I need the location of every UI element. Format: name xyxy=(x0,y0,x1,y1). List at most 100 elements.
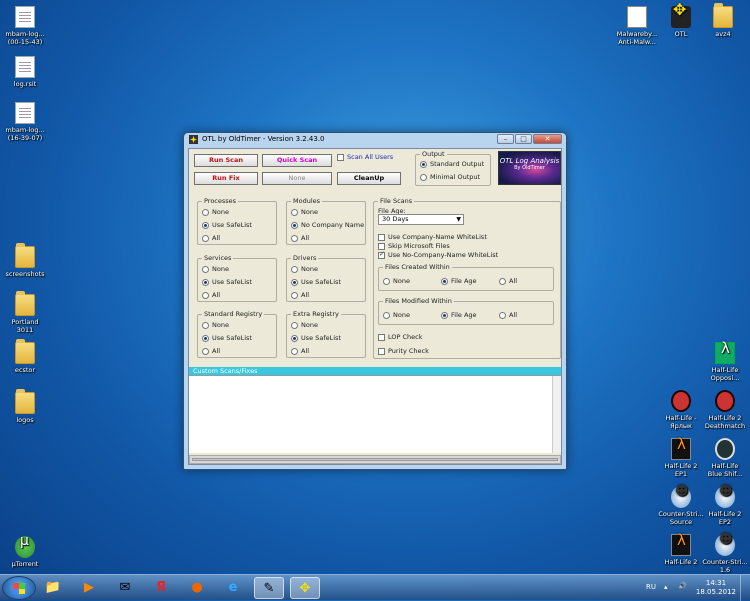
radio-dot[interactable] xyxy=(291,347,298,355)
std-registry-none-radio[interactable]: None xyxy=(202,321,229,329)
file-age-dropdown[interactable]: 30 Days ▼ xyxy=(378,214,464,225)
desktop-icon-mbam-log-2[interactable]: mbam-log... (16-39-07) xyxy=(0,102,50,142)
services-safelist-radio[interactable]: Use SafeList xyxy=(202,278,252,286)
desktop-icon-mbam-log-1[interactable]: mbam-log... (00-15-43) xyxy=(0,6,50,46)
use-company-whitelist-checkbox[interactable]: Use Company-Name WhiteList xyxy=(378,233,487,241)
output-minimal-radio[interactable]: Minimal Output xyxy=(420,173,480,181)
desktop-icon-hl-shortcut[interactable]: Half-Life - Ярлык xyxy=(656,390,706,430)
desktop-icon-hl2-deathmatch[interactable]: Half-Life 2 Deathmatch xyxy=(700,390,750,430)
yandex-taskbar-icon[interactable]: Я xyxy=(146,577,176,599)
radio-dot[interactable] xyxy=(441,277,448,285)
radio-dot[interactable] xyxy=(202,221,209,229)
modified-file-age-radio[interactable]: File Age xyxy=(441,311,477,319)
mail-taskbar-icon[interactable]: ✉ xyxy=(110,577,140,599)
radio-dot[interactable] xyxy=(202,234,209,242)
close-button[interactable]: ✕ xyxy=(533,134,562,144)
modules-all-radio[interactable]: All xyxy=(291,234,309,242)
radio-dot[interactable] xyxy=(202,278,209,286)
start-button[interactable] xyxy=(2,576,36,600)
desktop-icon-hl-opposing[interactable]: Half-Life Opposi... xyxy=(700,342,750,382)
modified-all-radio[interactable]: All xyxy=(499,311,517,319)
extra-registry-safelist-radio[interactable]: Use SafeList xyxy=(291,334,341,342)
otl-log-analysis-logo[interactable]: OTL Log Analysis By OldTimer xyxy=(498,151,561,185)
radio-dot[interactable] xyxy=(202,291,209,299)
output-standard-radio[interactable]: Standard Output xyxy=(420,160,484,168)
clock[interactable]: 14:31 18.05.2012 xyxy=(696,579,736,597)
modules-none-radio[interactable]: None xyxy=(291,208,318,216)
maximize-button[interactable]: □ xyxy=(515,134,532,144)
run-scan-button[interactable]: Run Scan xyxy=(194,154,258,167)
horizontal-scrollbar[interactable] xyxy=(189,455,561,464)
radio-dot[interactable] xyxy=(420,173,427,181)
services-all-radio[interactable]: All xyxy=(202,291,220,299)
custom-scans-textarea[interactable] xyxy=(189,375,561,453)
drivers-safelist-radio[interactable]: Use SafeList xyxy=(291,278,341,286)
desktop-icon-log-rsit[interactable]: log.rsit xyxy=(0,56,50,88)
desktop-icon-screenshots[interactable]: screenshots xyxy=(0,243,50,278)
lop-check-checkbox[interactable]: LOP Check xyxy=(378,333,423,341)
std-registry-safelist-radio[interactable]: Use SafeList xyxy=(202,334,252,342)
firefox-taskbar-icon[interactable]: ● xyxy=(182,577,212,599)
cleanup-button[interactable]: CleanUp xyxy=(337,172,401,185)
radio-dot[interactable] xyxy=(291,234,298,242)
skip-microsoft-checkbox[interactable]: Skip Microsoft Files xyxy=(378,242,450,250)
purity-check-checkbox[interactable]: Purity Check xyxy=(378,347,429,355)
desktop-icon-logos[interactable]: logos xyxy=(0,389,50,424)
quick-scan-button[interactable]: Quick Scan xyxy=(262,154,332,167)
none-button[interactable]: None xyxy=(262,172,332,185)
desktop-icon-ecstor[interactable]: ecstor xyxy=(0,339,50,374)
paint-taskbar-icon[interactable]: ✎ xyxy=(254,577,284,599)
radio-dot[interactable] xyxy=(202,321,209,329)
scrollbar-thumb[interactable] xyxy=(192,458,558,461)
minimize-button[interactable]: – xyxy=(497,134,514,144)
checkbox-box[interactable] xyxy=(378,250,385,259)
tray-arrow-icon[interactable]: ▴ xyxy=(664,583,668,591)
extra-registry-none-radio[interactable]: None xyxy=(291,321,318,329)
extra-registry-all-radio[interactable]: All xyxy=(291,347,309,355)
checkbox-box[interactable] xyxy=(378,347,385,355)
created-file-age-radio[interactable]: File Age xyxy=(441,277,477,285)
radio-dot[interactable] xyxy=(291,265,298,273)
radio-dot[interactable] xyxy=(202,208,209,216)
otl-taskbar-icon[interactable]: ✥ xyxy=(290,577,320,599)
checkbox-box[interactable] xyxy=(378,233,385,241)
show-desktop-button[interactable] xyxy=(740,575,750,601)
desktop-icon-cs-16[interactable]: Counter-Stri... 1.6 xyxy=(700,534,750,574)
created-none-radio[interactable]: None xyxy=(383,277,410,285)
radio-dot[interactable] xyxy=(291,278,298,286)
desktop-icon-cs-source[interactable]: Counter-Stri... Source xyxy=(656,486,706,526)
vertical-scrollbar[interactable] xyxy=(552,376,561,453)
desktop-icon-utorrent[interactable]: µTorrent xyxy=(0,536,50,568)
created-all-radio[interactable]: All xyxy=(499,277,517,285)
radio-dot[interactable] xyxy=(291,291,298,299)
run-fix-button[interactable]: Run Fix xyxy=(194,172,258,185)
desktop-icon-hl2-ep2[interactable]: Half-Life 2 EP2 xyxy=(700,486,750,526)
checkbox-box[interactable] xyxy=(378,333,385,341)
modules-no-company-radio[interactable]: No Company Name xyxy=(291,221,364,229)
language-indicator[interactable]: RU xyxy=(646,583,656,591)
explorer-taskbar-icon[interactable]: 📁 xyxy=(38,577,68,599)
drivers-none-radio[interactable]: None xyxy=(291,265,318,273)
radio-dot[interactable] xyxy=(202,265,209,273)
title-bar[interactable]: OTL by OldTimer - Version 3.2.43.0 – □ ✕ xyxy=(184,133,566,147)
use-no-company-whitelist-checkbox[interactable]: Use No-Company-Name WhiteList xyxy=(378,250,498,259)
modified-none-radio[interactable]: None xyxy=(383,311,410,319)
desktop-icon-hl2[interactable]: Half-Life 2 xyxy=(656,534,706,566)
radio-dot[interactable] xyxy=(291,321,298,329)
std-registry-all-radio[interactable]: All xyxy=(202,347,220,355)
desktop-icon-hl-blue-shift[interactable]: Half-Life Blue Shif... xyxy=(700,438,750,478)
internet-explorer-taskbar-icon[interactable]: e xyxy=(218,577,248,599)
volume-icon[interactable]: 🔊 xyxy=(678,582,687,590)
checkbox-box[interactable] xyxy=(337,153,344,161)
radio-dot[interactable] xyxy=(499,277,506,285)
desktop-icon-hl2-ep1[interactable]: Half-Life 2 EP1 xyxy=(656,438,706,478)
drivers-all-radio[interactable]: All xyxy=(291,291,309,299)
radio-dot[interactable] xyxy=(202,347,209,355)
processes-all-radio[interactable]: All xyxy=(202,234,220,242)
processes-safelist-radio[interactable]: Use SafeList xyxy=(202,221,252,229)
radio-dot[interactable] xyxy=(291,221,298,229)
checkbox-box[interactable] xyxy=(378,242,385,250)
radio-dot[interactable] xyxy=(383,311,390,319)
processes-none-radio[interactable]: None xyxy=(202,208,229,216)
scan-all-users-checkbox[interactable]: Scan All Users xyxy=(337,153,393,161)
